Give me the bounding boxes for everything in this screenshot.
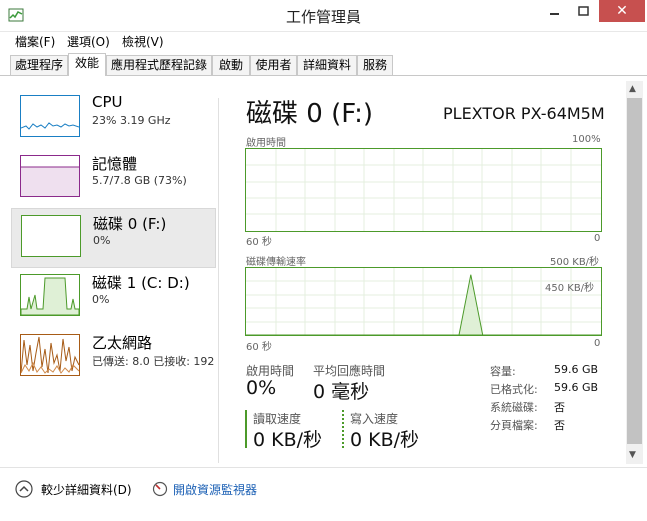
open-resource-monitor-link[interactable]: 開啟資源監視器 — [152, 479, 272, 499]
scroll-down-icon[interactable]: ▼ — [629, 450, 636, 460]
menu-bar: 檔案(F) 選項(O) 檢視(V) — [0, 31, 647, 51]
page-file-value: 否 — [554, 419, 565, 432]
disk0-thumbnail — [21, 215, 81, 257]
write-speed-bar — [342, 410, 344, 448]
sidebar-item-title: 磁碟 1 (C: D:) — [92, 274, 190, 292]
chevron-up-circle-icon — [15, 480, 33, 498]
chart1-xmax: 0 — [594, 233, 601, 244]
chart1-xmin: 60 秒 — [246, 237, 272, 248]
page-file-key: 分頁檔案: — [490, 419, 538, 432]
scroll-thumb[interactable] — [627, 98, 642, 444]
cpu-thumbnail — [20, 95, 80, 137]
chart2-xmax: 0 — [594, 338, 601, 349]
sidebar-item-title: 磁碟 0 (F:) — [93, 215, 167, 233]
resource-monitor-icon — [152, 481, 168, 497]
memory-thumbnail — [20, 155, 80, 197]
open-resource-monitor-label: 開啟資源監視器 — [173, 483, 258, 497]
minimize-button[interactable] — [541, 2, 568, 22]
ethernet-thumbnail — [20, 334, 80, 376]
chart2-label: 磁碟傳輸速率 — [246, 257, 306, 268]
sidebar-item-subtitle: 已傳送: 8.0 已接收: 192 — [92, 355, 215, 368]
tab-performance[interactable]: 效能 — [68, 53, 106, 76]
chart2-max: 500 KB/秒 — [550, 257, 600, 268]
capacity-value: 59.6 GB — [554, 363, 599, 376]
close-icon: ✕ — [616, 3, 628, 19]
active-time-chart — [245, 148, 602, 232]
disk-model: PLEXTOR PX-64M5M — [443, 104, 605, 123]
chart1-max: 100% — [572, 134, 601, 145]
minimize-icon — [550, 13, 559, 15]
sidebar-item-title: 記憶體 — [92, 155, 138, 173]
formatted-value: 59.6 GB — [554, 381, 599, 394]
write-speed-value: 0 KB/秒 — [350, 429, 420, 451]
response-time-value: 0 毫秒 — [313, 381, 370, 403]
tab-services[interactable]: 服務 — [357, 55, 393, 75]
tab-details[interactable]: 詳細資料 — [297, 55, 357, 75]
scroll-up-icon[interactable]: ▲ — [629, 84, 636, 94]
page-title: 磁碟 0 (F:) — [246, 99, 374, 129]
menu-view[interactable]: 檢視(V) — [122, 33, 164, 50]
sidebar-item-subtitle: 5.7/7.8 GB (73%) — [92, 174, 187, 187]
sidebar-item-disk1[interactable]: 磁碟 1 (C: D:) 0% — [11, 268, 214, 326]
active-time-value: 0% — [246, 377, 277, 399]
sidebar-item-ethernet[interactable]: 乙太網路 已傳送: 8.0 已接收: 192 — [11, 328, 214, 386]
tab-processes[interactable]: 處理程序 — [10, 55, 68, 75]
maximize-button[interactable] — [570, 2, 597, 22]
read-speed-value: 0 KB/秒 — [253, 429, 323, 451]
system-disk-key: 系統磁碟: — [490, 401, 538, 414]
tab-startup[interactable]: 啟動 — [212, 55, 250, 75]
sidebar-item-subtitle: 0% — [93, 234, 111, 247]
chart2-inner-label: 450 KB/秒 — [545, 283, 595, 294]
system-disk-value: 否 — [554, 401, 565, 414]
transfer-rate-chart — [245, 267, 602, 336]
capacity-key: 容量: — [490, 365, 516, 378]
menu-file[interactable]: 檔案(F) — [15, 33, 55, 50]
sidebar-item-subtitle: 23% 3.19 GHz — [92, 114, 171, 127]
tab-app-history[interactable]: 應用程式歷程記錄 — [106, 55, 212, 75]
sidebar-item-subtitle: 0% — [92, 293, 110, 306]
tab-users[interactable]: 使用者 — [250, 55, 297, 75]
tab-bar: 處理程序 效能 應用程式歷程記錄 啟動 使用者 詳細資料 服務 — [0, 53, 647, 76]
sidebar-item-disk0[interactable]: 磁碟 0 (F:) 0% — [11, 208, 216, 268]
maximize-icon — [578, 6, 589, 16]
sidebar-item-cpu[interactable]: CPU 23% 3.19 GHz — [11, 89, 214, 147]
sidebar-item-title: CPU — [92, 93, 123, 111]
sidebar-item-title: 乙太網路 — [92, 334, 153, 352]
formatted-key: 已格式化: — [490, 383, 538, 396]
sidebar-item-memory[interactable]: 記憶體 5.7/7.8 GB (73%) — [11, 149, 214, 207]
chart1-label: 啟用時間 — [246, 138, 286, 149]
less-details-label: 較少詳細資料(D) — [41, 483, 132, 497]
close-button[interactable]: ✕ — [599, 0, 645, 22]
footer-divider — [0, 467, 647, 468]
disk1-thumbnail — [20, 274, 80, 316]
chart2-xmin: 60 秒 — [246, 342, 272, 353]
sidebar-divider — [218, 98, 219, 463]
menu-options[interactable]: 選項(O) — [67, 33, 110, 50]
read-speed-bar — [245, 410, 247, 448]
